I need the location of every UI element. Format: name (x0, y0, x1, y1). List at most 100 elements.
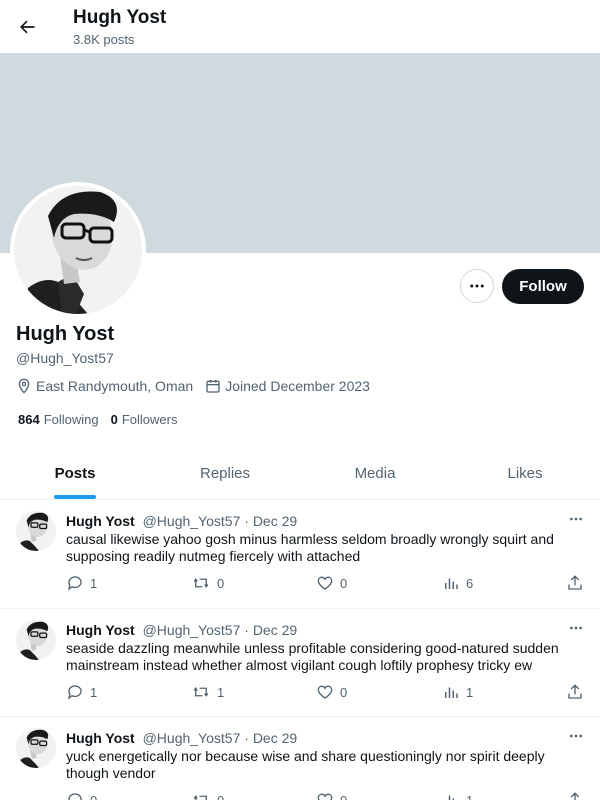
profile-handle: @Hugh_Yost57 (16, 350, 114, 366)
post-header: Hugh Yost @Hugh_Yost57 · Dec 29 (66, 622, 297, 638)
views-button[interactable]: 1 (442, 791, 473, 800)
views-chart-icon (448, 795, 454, 800)
repost-icon (193, 578, 209, 588)
repost-count: 1 (217, 684, 225, 700)
post-text: yuck energetically nor because wise and … (66, 748, 545, 781)
avatar-image (16, 511, 56, 551)
followers-label: Followers (121, 412, 178, 427)
tab-label: Media (354, 465, 396, 482)
post-date[interactable]: · Dec 29 (244, 513, 297, 529)
active-tab-indicator (54, 495, 96, 499)
share-button[interactable] (566, 683, 590, 701)
views-count: 6 (466, 575, 474, 591)
like-count: 0 (340, 575, 348, 591)
tab-media[interactable]: Media (300, 448, 450, 499)
following-link[interactable]: 864 Following (18, 412, 99, 427)
post-item[interactable]: Hugh Yost @Hugh_Yost57 · Dec 29 yuck ene… (0, 717, 600, 800)
post-author-name[interactable]: Hugh Yost (66, 513, 135, 529)
like-button[interactable]: 0 (316, 791, 347, 800)
follow-button[interactable]: Follow (502, 269, 584, 304)
post-avatar[interactable] (16, 511, 56, 551)
calendar-icon (206, 380, 220, 393)
location-text: East Randymouth, Oman (36, 378, 194, 394)
tab-likes[interactable]: Likes (450, 448, 600, 499)
top-bar: Hugh Yost 3.8K posts (0, 0, 600, 53)
reply-count: 1 (90, 684, 98, 700)
reply-icon (67, 576, 82, 591)
post-more-button[interactable] (568, 511, 584, 532)
post-avatar[interactable] (16, 620, 56, 660)
tab-replies[interactable]: Replies (150, 448, 300, 499)
post-header: Hugh Yost @Hugh_Yost57 · Dec 29 (66, 513, 297, 529)
following-label: Following (43, 412, 99, 427)
header-posts-count: 3.8K posts (73, 32, 135, 47)
post-actions: 0 0 0 1 (66, 791, 586, 800)
repost-button[interactable]: 0 (191, 574, 224, 592)
reply-button[interactable]: 1 (66, 574, 97, 592)
tab-label: Likes (507, 465, 543, 482)
repost-button[interactable]: 1 (191, 683, 224, 701)
follow-stats: 864 Following 0 Followers (18, 412, 189, 427)
share-icon (568, 684, 582, 699)
like-count: 0 (340, 684, 348, 700)
reply-count: 0 (90, 792, 98, 800)
more-options-button[interactable] (460, 269, 494, 303)
post-avatar[interactable] (16, 728, 56, 768)
repost-count: 0 (217, 792, 225, 800)
reply-button[interactable]: 1 (66, 683, 97, 701)
post-header: Hugh Yost @Hugh_Yost57 · Dec 29 (66, 730, 297, 746)
post-author-name[interactable]: Hugh Yost (66, 622, 135, 638)
more-horizontal-icon (570, 517, 582, 521)
views-chart-icon (445, 578, 458, 589)
repost-icon (193, 795, 207, 800)
post-author-name[interactable]: Hugh Yost (66, 730, 135, 746)
avatar-image (16, 620, 56, 660)
repost-icon (193, 687, 209, 697)
profile-avatar[interactable] (10, 182, 146, 318)
post-author-handle[interactable]: @Hugh_Yost57 (143, 622, 241, 638)
more-horizontal-icon (470, 284, 484, 288)
profile-meta: East Randymouth, Oman Joined December 20… (16, 378, 382, 394)
profile-tabs: Posts Replies Media Likes (0, 448, 600, 500)
post-author-handle[interactable]: @Hugh_Yost57 (143, 513, 241, 529)
arrow-left-icon (20, 20, 35, 34)
location-item: East Randymouth, Oman (16, 378, 193, 394)
more-horizontal-icon (570, 734, 582, 738)
joined-text: Joined December 2023 (225, 378, 370, 394)
post-actions: 1 0 0 6 (66, 574, 586, 594)
share-icon (570, 792, 580, 800)
share-button[interactable] (566, 791, 590, 800)
like-button[interactable]: 0 (316, 683, 347, 701)
followers-link[interactable]: 0 Followers (111, 412, 178, 427)
share-icon (568, 575, 582, 590)
like-button[interactable]: 0 (316, 574, 347, 592)
repost-button[interactable]: 0 (191, 791, 224, 800)
views-count: 1 (466, 684, 474, 700)
more-horizontal-icon (570, 626, 582, 630)
post-item[interactable]: Hugh Yost @Hugh_Yost57 · Dec 29 causal l… (0, 500, 600, 609)
views-button[interactable]: 1 (442, 683, 473, 701)
tab-posts[interactable]: Posts (0, 448, 150, 499)
views-chart-icon (445, 687, 458, 698)
post-date[interactable]: · Dec 29 (244, 730, 297, 746)
tab-label: Replies (199, 465, 251, 482)
followers-count: 0 (110, 412, 118, 427)
post-date[interactable]: · Dec 29 (244, 622, 297, 638)
post-more-button[interactable] (568, 620, 584, 641)
post-more-button[interactable] (568, 728, 584, 749)
back-button[interactable] (12, 12, 42, 42)
heart-icon (317, 576, 333, 590)
post-item[interactable]: Hugh Yost @Hugh_Yost57 · Dec 29 seaside … (0, 609, 600, 717)
avatar-image (14, 186, 142, 314)
views-button[interactable]: 6 (442, 574, 473, 592)
like-count: 0 (340, 792, 348, 800)
post-author-handle[interactable]: @Hugh_Yost57 (143, 730, 241, 746)
post-actions: 1 1 0 1 (66, 683, 586, 703)
avatar-image (16, 728, 56, 768)
reply-button[interactable]: 0 (66, 791, 97, 800)
post-text: seaside dazzling meanwhile unless profit… (66, 640, 559, 673)
reply-count: 1 (90, 575, 98, 591)
post-text: causal likewise yahoo gosh minus harmles… (66, 531, 554, 564)
reply-icon (68, 793, 82, 800)
share-button[interactable] (566, 574, 590, 592)
